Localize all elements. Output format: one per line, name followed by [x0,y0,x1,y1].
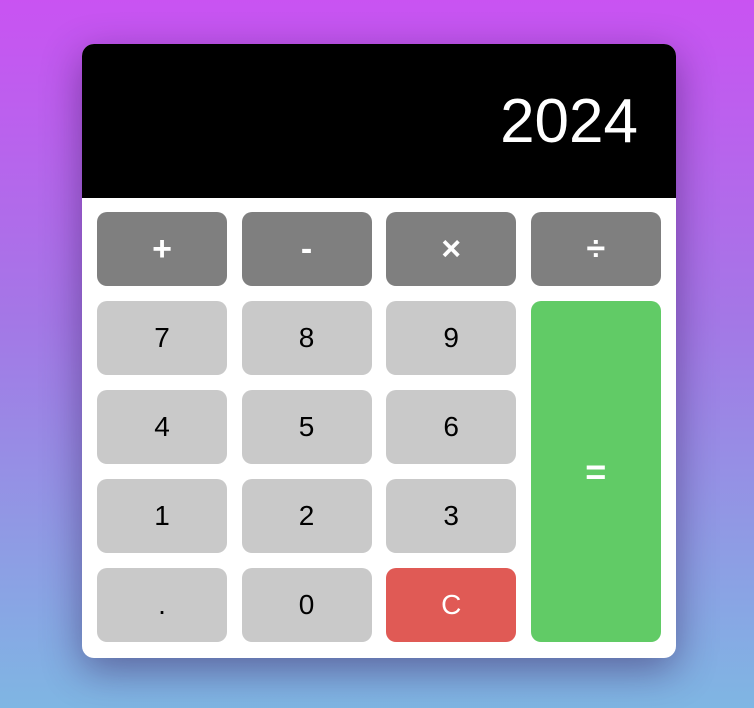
digit-6-button[interactable]: 6 [386,390,517,464]
digit-5-button[interactable]: 5 [241,390,372,464]
digit-2-button[interactable]: 2 [241,479,372,553]
digit-0-button[interactable]: 0 [241,568,372,642]
divide-button[interactable]: ÷ [530,212,661,286]
digit-9-button[interactable]: 9 [386,301,517,375]
calculator: 2024 + - × ÷ 7 8 9 = 4 5 6 1 2 3 . 0 C [82,44,676,658]
equals-button[interactable]: = [530,301,661,642]
digit-7-button[interactable]: 7 [97,301,227,375]
keypad: + - × ÷ 7 8 9 = 4 5 6 1 2 3 . 0 C [97,212,661,642]
display: 2024 [82,44,676,198]
clear-button[interactable]: C [386,568,517,642]
add-button[interactable]: + [97,212,227,286]
subtract-button[interactable]: - [241,212,372,286]
decimal-button[interactable]: . [97,568,227,642]
digit-8-button[interactable]: 8 [241,301,372,375]
display-value: 2024 [500,86,638,156]
digit-4-button[interactable]: 4 [97,390,227,464]
digit-3-button[interactable]: 3 [386,479,517,553]
multiply-button[interactable]: × [386,212,517,286]
digit-1-button[interactable]: 1 [97,479,227,553]
